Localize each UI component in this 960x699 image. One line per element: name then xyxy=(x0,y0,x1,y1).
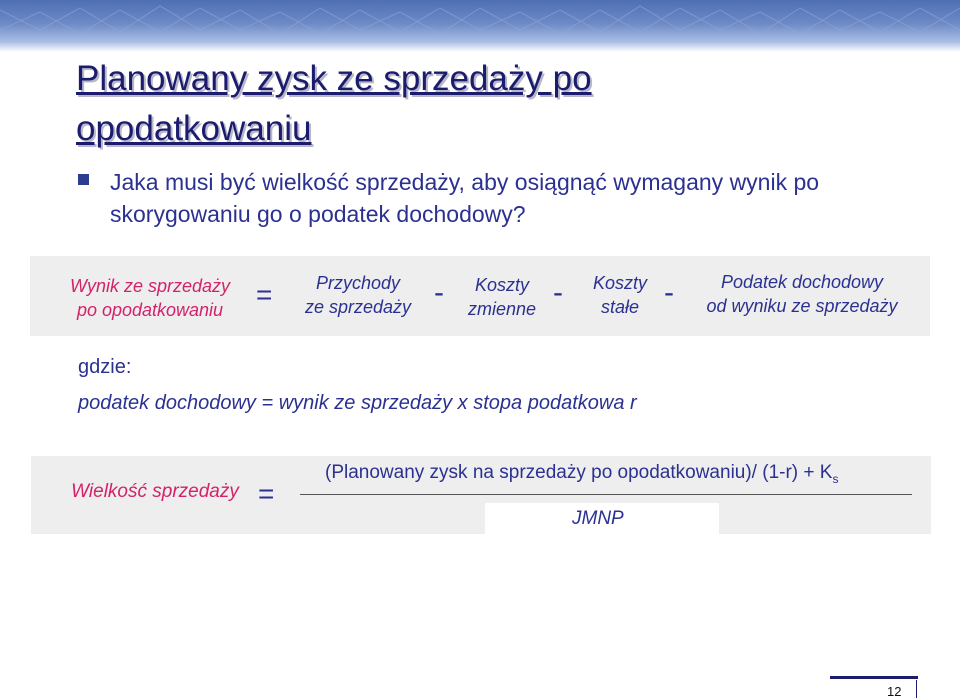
tax-formula: podatek dochodowy = wynik ze sprzedaży x… xyxy=(78,392,637,414)
minus-sign-2: - xyxy=(553,276,563,309)
where-label: gdzie: xyxy=(78,356,132,378)
equals-sign-2: = xyxy=(258,478,275,509)
footer-rule xyxy=(830,676,918,679)
square-bullet-icon xyxy=(78,174,89,185)
term-variable-costs: Koszty zmienne xyxy=(452,273,552,321)
page-number-frame xyxy=(844,680,917,698)
term-fixed-line1: Koszty xyxy=(592,273,648,293)
fraction-denominator: JMNP xyxy=(572,508,624,529)
term-income-tax: Podatek dochodowy od wyniku ze sprzedaży xyxy=(682,270,922,318)
term-fixed-line2: stałe xyxy=(600,297,640,317)
fraction-line xyxy=(300,494,912,495)
term-revenue-line1: Przychody xyxy=(315,273,401,293)
equation-lhs: Wynik ze sprzedaży po opodatkowaniu xyxy=(45,274,255,322)
term-fixed-costs: Koszty stałe xyxy=(574,271,666,319)
lhs-line1: Wynik ze sprzedaży xyxy=(69,276,231,296)
term-tax-line2: od wyniku ze sprzedaży xyxy=(706,296,898,316)
header-banner xyxy=(0,0,960,52)
question-bullet: Jaka musi być wielkość sprzedaży, aby os… xyxy=(110,169,820,227)
term-variable-line1: Koszty xyxy=(474,275,530,295)
term-variable-line2: zmienne xyxy=(467,299,537,319)
term-revenue-line2: ze sprzedaży xyxy=(304,297,412,317)
page-title: Planowany zysk ze sprzedaży po opodatkow… xyxy=(76,59,592,148)
minus-sign-1: - xyxy=(434,276,444,309)
banner-pattern-icon xyxy=(0,5,960,35)
lhs-line2: po opodatkowaniu xyxy=(76,300,224,320)
term-tax-line1: Podatek dochodowy xyxy=(720,272,884,292)
fraction-numerator: (Planowany zysk na sprzedaży po opodatko… xyxy=(325,462,838,486)
minus-sign-3: - xyxy=(664,276,674,309)
term-revenue: Przychody ze sprzedaży xyxy=(288,271,428,319)
numerator-text: (Planowany zysk na sprzedaży po opodatko… xyxy=(325,462,833,483)
equals-sign: = xyxy=(256,279,273,310)
sales-volume-label: Wielkość sprzedaży xyxy=(71,481,239,502)
numerator-subscript: s xyxy=(832,471,839,486)
